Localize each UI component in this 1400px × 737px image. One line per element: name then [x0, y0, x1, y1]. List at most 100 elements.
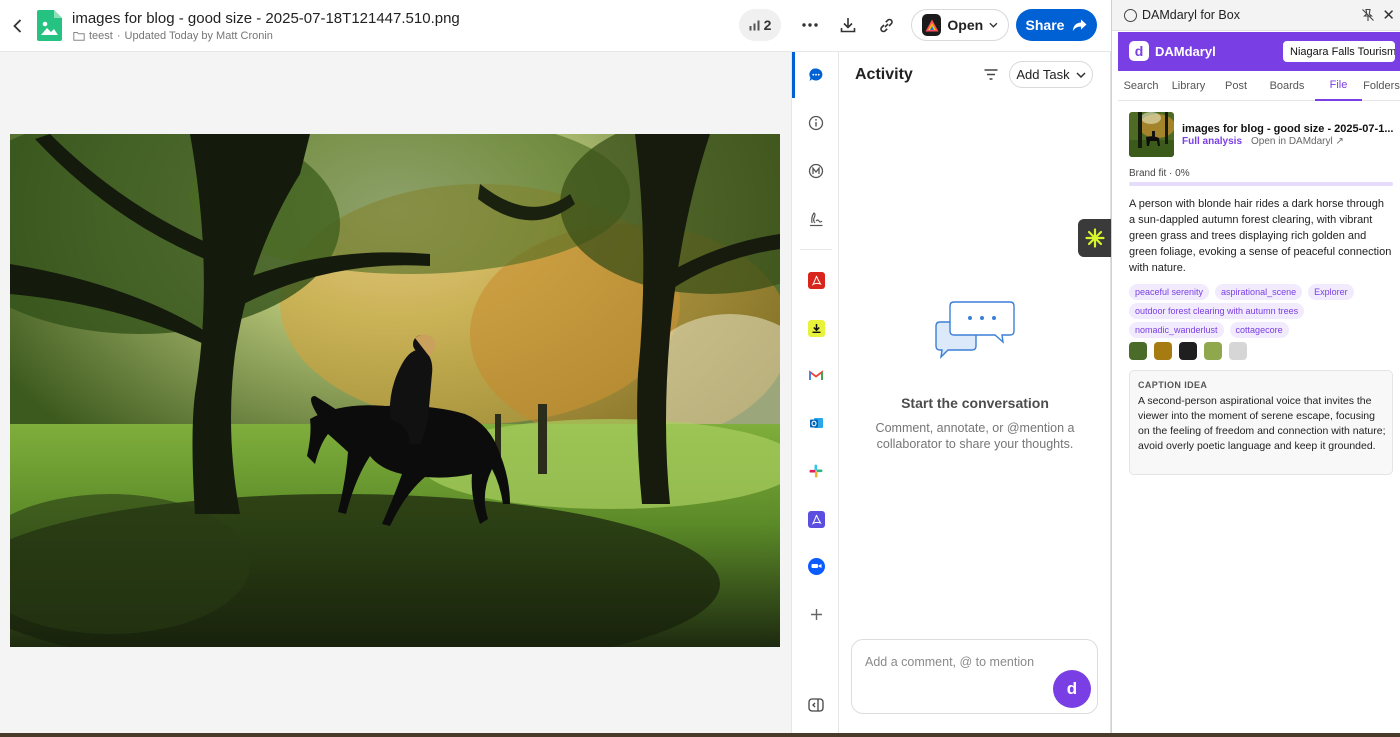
tag-chip[interactable]: outdoor forest clearing with autumn tree… [1129, 303, 1305, 319]
more-options-button[interactable] [791, 9, 829, 41]
tag-chip[interactable]: aspirational_scene [1215, 284, 1303, 300]
comment-input[interactable]: Add a comment, @ to mention d [851, 639, 1098, 714]
image-description: A person with blonde hair rides a dark h… [1129, 198, 1392, 274]
ellipsis-icon [802, 23, 818, 27]
add-icon [810, 608, 822, 620]
rail-app-zoom[interactable] [804, 554, 828, 578]
damdaryl-extension-panel: DAMdaryl for Box ✕ d DAMdaryl Niagara Fa… [1111, 0, 1400, 737]
tag-list: peaceful serenity aspirational_scene Explo… [1129, 284, 1393, 338]
pin-icon[interactable] [1361, 8, 1375, 22]
share-arrow-icon [1073, 19, 1087, 31]
download-icon [840, 18, 856, 33]
chevron-down-icon [989, 22, 998, 28]
tag-chip[interactable]: cottagecore [1229, 322, 1289, 338]
color-swatch[interactable] [1229, 342, 1247, 360]
info-icon [808, 115, 824, 131]
metadata-icon [808, 163, 824, 179]
empty-state-body: Comment, annotate, or @mention a collabo… [875, 421, 1075, 451]
rail-metadata-button[interactable] [804, 159, 828, 183]
share-button[interactable]: Share [1016, 9, 1097, 41]
rail-active-indicator [792, 52, 795, 98]
tag-chip[interactable]: nomadic_wanderlust [1129, 322, 1224, 338]
extension-tabs: Search Library Post Boards File Folders [1118, 71, 1400, 101]
open-label: Open [947, 17, 984, 33]
rail-app-downloader[interactable] [804, 316, 828, 340]
folder-link[interactable]: teest [89, 30, 113, 42]
brand-selector[interactable]: Niagara Falls Tourism [1283, 41, 1395, 62]
download-button[interactable] [829, 9, 867, 41]
share-label: Share [1025, 17, 1065, 33]
version-history-button[interactable]: 2 [739, 9, 781, 41]
floating-app-launcher[interactable] [1078, 219, 1111, 257]
brand-selector-value: Niagara Falls Tourism [1290, 45, 1395, 58]
color-swatch[interactable] [1179, 342, 1197, 360]
tag-chip[interactable]: peaceful serenity [1129, 284, 1210, 300]
extension-window-bar: DAMdaryl for Box ✕ [1112, 0, 1400, 31]
open-in-damdaryl-link[interactable]: Open in DAMdaryl ↗ [1251, 136, 1344, 147]
color-swatch[interactable] [1204, 342, 1222, 360]
rail-app-adobe-acrobat[interactable] [804, 268, 828, 292]
open-with-button[interactable]: Open [911, 9, 1009, 41]
caption-idea-card: CAPTION IDEA A second-person aspirationa… [1129, 370, 1393, 475]
rail-collapse-button[interactable] [804, 693, 828, 717]
folder-icon [73, 32, 85, 41]
bar-chart-icon [749, 20, 760, 30]
activity-panel: Activity Add Task Start the conversation… [839, 52, 1111, 737]
sign-icon [810, 212, 823, 227]
rail-divider [800, 249, 832, 250]
chevron-down-icon [1076, 71, 1086, 78]
chevron-left-icon [12, 19, 21, 33]
rail-app-outlook[interactable] [804, 411, 828, 435]
sidebar-icon-rail [791, 52, 839, 737]
damdaryl-avatar-button[interactable]: d [1053, 670, 1091, 708]
add-task-button[interactable]: Add Task [1009, 61, 1093, 88]
brand-name: DAMdaryl [1155, 44, 1216, 59]
filter-icon [984, 68, 998, 80]
zoom-icon [807, 557, 825, 575]
updated-text: Updated Today by Matt Cronin [124, 30, 273, 42]
rail-add-app-button[interactable] [804, 602, 828, 626]
full-analysis-link[interactable]: Full analysis [1182, 136, 1242, 147]
tab-search[interactable]: Search [1118, 71, 1164, 101]
rail-activity-button[interactable] [804, 63, 828, 87]
back-button[interactable] [8, 15, 26, 37]
preview-image[interactable] [10, 134, 780, 647]
analysis-file-name: images for blog - good size - 2025-07-1.… [1182, 123, 1394, 135]
activity-filter-button[interactable] [982, 65, 1000, 83]
rail-app-adobe-sign[interactable] [804, 507, 828, 531]
rail-details-button[interactable] [804, 111, 828, 135]
file-subtitle: teest · Updated Today by Matt Cronin [73, 30, 273, 42]
version-count: 2 [763, 17, 772, 33]
adobe-sign-icon [807, 510, 825, 528]
comment-placeholder: Add a comment, @ to mention [865, 655, 1035, 669]
caption-idea-label: CAPTION IDEA [1138, 380, 1208, 390]
tab-boards[interactable]: Boards [1259, 71, 1315, 101]
tag-chip[interactable]: Explorer [1308, 284, 1354, 300]
tab-folders[interactable]: Folders [1362, 71, 1400, 101]
damdaryl-window-icon [1124, 9, 1137, 22]
starburst-icon [1084, 228, 1105, 248]
link-icon [879, 18, 893, 32]
subtitle-separator: · [116, 30, 121, 42]
activity-title: Activity [855, 66, 913, 83]
rail-app-gmail[interactable] [804, 363, 828, 387]
rail-sign-button[interactable] [804, 207, 828, 231]
tab-file[interactable]: File [1315, 71, 1362, 101]
collapse-sidebar-icon [808, 698, 824, 712]
add-task-label: Add Task [1016, 67, 1070, 82]
copy-link-button[interactable] [867, 9, 905, 41]
horse-rider-photo [10, 134, 780, 647]
analysis-links: Full analysis Open in DAMdaryl ↗ [1182, 136, 1344, 147]
color-swatch[interactable] [1154, 342, 1172, 360]
color-palette [1129, 342, 1247, 360]
file-title: images for blog - good size - 2025-07-18… [72, 10, 460, 27]
file-preview [0, 52, 791, 737]
close-icon[interactable]: ✕ [1382, 6, 1395, 24]
tab-post[interactable]: Post [1213, 71, 1259, 101]
rail-app-slack[interactable] [804, 459, 828, 483]
brand-bar: d DAMdaryl Niagara Falls Tourism [1118, 32, 1400, 71]
activity-icon [809, 68, 823, 81]
tab-library[interactable]: Library [1164, 71, 1213, 101]
brand-fit-bar [1129, 182, 1393, 186]
color-swatch[interactable] [1129, 342, 1147, 360]
